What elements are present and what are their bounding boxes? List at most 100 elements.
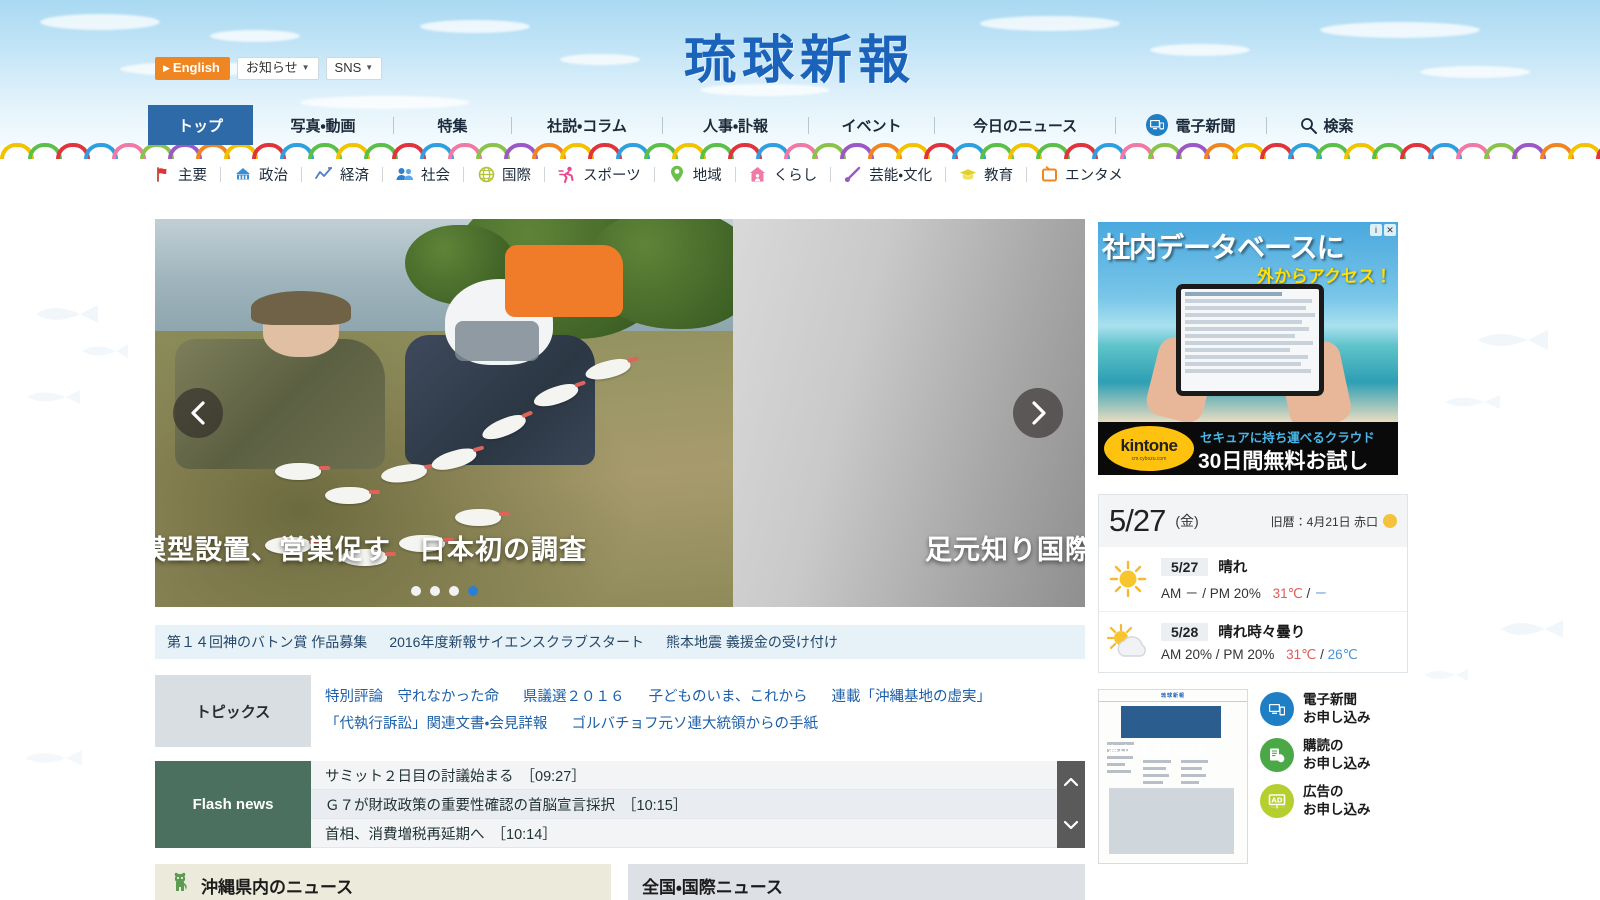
category-item-main[interactable]: 主要 <box>140 164 220 185</box>
carousel-dot[interactable] <box>467 586 478 596</box>
weather-today-date: 5/27 <box>1109 503 1166 538</box>
shisa-icon <box>169 871 191 900</box>
category-item-sports[interactable]: スポーツ <box>545 164 654 185</box>
ad-controls: i ✕ <box>1370 224 1396 236</box>
service-link-advertising-line1: 広告の <box>1303 784 1344 799</box>
category-item-living[interactable]: くらし <box>736 164 831 185</box>
weather-widget: 5/27 (金) 旧暦：4月21日 赤口 5/27 晴れ AM － / PM 2… <box>1098 494 1408 673</box>
topics-link-6[interactable]: ゴルバチョフ元ソ連大統領からの手紙 <box>571 716 818 732</box>
topics-link-2[interactable]: 県議選２０１６ <box>523 689 625 705</box>
notice-dropdown[interactable]: お知らせ ▼ <box>236 57 319 80</box>
sns-dropdown-label: SNS <box>334 60 362 75</box>
nav-item-feature-label: 特集 <box>437 117 468 135</box>
chevron-down-icon <box>1063 821 1079 830</box>
carousel-dot[interactable] <box>448 586 459 596</box>
topics-link-4[interactable]: 連載「沖縄基地の虚実」 <box>832 689 992 705</box>
nav-item-personnel[interactable]: 人事・訃報 <box>663 105 808 145</box>
nav-item-epaper[interactable]: 電子新聞 <box>1116 105 1266 145</box>
flash-news-section: Flash news サミット２日目の討議始まる ［09:27］ Ｇ７が財政政策… <box>155 761 1085 848</box>
category-item-society[interactable]: 社会 <box>383 164 463 185</box>
service-link-epaper-line2: お申し込み <box>1303 710 1371 725</box>
nav-item-event[interactable]: イベント <box>809 105 934 145</box>
site-logo[interactable]: 琉球新報 <box>0 18 1600 93</box>
weather-row-high: 31℃ <box>1272 586 1303 601</box>
triangle-icon: ▶ <box>163 63 170 73</box>
topics-section: トピックス 特別評論 守れなかった命 県議選２０１６ 子どものいま、これから 連… <box>155 675 1085 747</box>
carousel-next-button[interactable] <box>1013 388 1063 438</box>
category-item-education-label: 教育 <box>984 167 1014 184</box>
service-link-subscribe-line1: 購読の <box>1303 738 1344 753</box>
ad-close-icon[interactable]: ✕ <box>1384 224 1396 236</box>
weather-row: 5/27 晴れ AM － / PM 20% 31℃ / － <box>1099 547 1407 611</box>
brush-icon <box>844 165 862 183</box>
hero-caption-next: 足元知り国際 <box>925 535 1085 566</box>
notice-link-2[interactable]: 2016年度新報サイエンスクラブスタート <box>389 632 644 652</box>
tv-icon <box>1040 165 1058 183</box>
chevron-up-icon <box>1063 777 1079 786</box>
carousel-dot[interactable] <box>429 586 440 596</box>
monitor-icon <box>1146 114 1169 136</box>
carousel-dot[interactable] <box>410 586 421 596</box>
chevron-right-icon <box>1032 401 1046 425</box>
sns-dropdown[interactable]: SNS ▼ <box>325 57 383 80</box>
notice-link-3[interactable]: 熊本地震 義援金の受け付け <box>666 632 838 652</box>
ad-band-bottom-text: 30日間無料お試し <box>1198 450 1369 473</box>
topics-link-5[interactable]: 「代執行訴訟」関連文書・会見詳報 <box>325 716 547 732</box>
english-button-label: English <box>172 60 220 75</box>
category-item-culture[interactable]: 芸能・文化 <box>831 164 945 185</box>
nav-item-editorial[interactable]: 社説・コラム <box>512 105 662 145</box>
devices-icon <box>1260 692 1294 726</box>
service-link-advertising[interactable]: AD 広告の お申し込み <box>1260 783 1408 819</box>
flash-news-scroll-down-button[interactable] <box>1063 818 1079 834</box>
topics-link-1[interactable]: 特別評論 守れなかった命 <box>325 689 499 705</box>
service-link-advertising-line2: お申し込み <box>1303 802 1371 817</box>
flash-news-scroll-up-button[interactable] <box>1063 775 1079 791</box>
section-header-local[interactable]: 沖縄県内のニュース <box>155 864 611 900</box>
nav-item-epaper-label: 電子新聞 <box>1175 117 1236 135</box>
notice-link-1[interactable]: 第１４回神のバトン賞 作品募集 <box>167 632 367 652</box>
carousel-prev-button[interactable] <box>173 388 223 438</box>
weather-row-high: 31℃ <box>1286 647 1317 662</box>
chart-line-icon <box>315 165 333 183</box>
weather-slash: / <box>1320 647 1328 662</box>
map-pin-icon <box>668 165 686 183</box>
category-item-politics[interactable]: 政治 <box>221 164 301 185</box>
ad-book-icon: AD <box>1260 784 1294 818</box>
search-icon <box>1300 117 1318 134</box>
ad-tablet-image <box>1176 284 1324 396</box>
newspaper-headline: 海兵隊撤退を初要求 <box>1107 745 1206 757</box>
nav-item-search-label: 検索 <box>1323 117 1354 135</box>
fish-decoration <box>78 340 130 362</box>
category-item-education[interactable]: 教育 <box>946 164 1026 185</box>
top-utility-buttons: ▶ English お知らせ ▼ SNS ▼ <box>155 57 383 80</box>
flash-news-item[interactable]: サミット２日目の討議始まる ［09:27］ <box>311 761 1057 790</box>
category-item-entertainment[interactable]: エンタメ <box>1027 164 1136 185</box>
section-header-national[interactable]: 全国・国際ニュース <box>628 864 1085 900</box>
nav-item-feature[interactable]: 特集 <box>394 105 511 145</box>
category-item-region[interactable]: 地域 <box>655 164 735 185</box>
newspaper-thumbnail[interactable]: 琉球新報 海兵隊撤退を初要求 <box>1098 689 1248 864</box>
nav-item-top[interactable]: トップ <box>148 105 253 145</box>
fish-decoration <box>1495 615 1565 643</box>
flash-news-item[interactable]: Ｇ７が財政政策の重要性確認の首脳宣言採択 ［10:15］ <box>311 790 1057 819</box>
service-link-epaper[interactable]: 電子新聞 お申し込み <box>1260 691 1408 727</box>
advertisement-banner[interactable]: 社内データベースに 外からアクセス！ i ✕ kintone cm.cybozu… <box>1098 222 1398 475</box>
category-item-international[interactable]: 国際 <box>464 164 544 185</box>
chevron-down-icon: ▼ <box>365 63 374 72</box>
category-item-economy[interactable]: 経済 <box>302 164 382 185</box>
nav-item-personnel-label: 人事・訃報 <box>702 117 769 135</box>
flash-news-item[interactable]: 首相、消費増税再延期へ ［10:14］ <box>311 819 1057 848</box>
ad-info-icon[interactable]: i <box>1370 224 1382 236</box>
nav-item-today-news[interactable]: 今日のニュース <box>935 105 1115 145</box>
service-link-subscribe[interactable]: 購読の お申し込み <box>1260 737 1408 773</box>
topics-link-3[interactable]: 子どものいま、これから <box>649 689 808 705</box>
topics-links: 特別評論 守れなかった命 県議選２０１６ 子どものいま、これから 連載「沖縄基地… <box>311 675 1085 747</box>
english-button[interactable]: ▶ English <box>155 57 230 80</box>
weather-row-info: 5/28 晴れ時々曇り AM 20% / PM 20% 31℃ / 26℃ <box>1161 621 1397 663</box>
nav-item-search[interactable]: 検索 <box>1267 105 1387 145</box>
category-item-sports-label: スポーツ <box>583 167 641 184</box>
flag-icon <box>153 165 171 183</box>
hero-carousel[interactable]: 模型設置、営巣促す 日本初の調査 足元知り国際 <box>155 219 1085 607</box>
nav-item-photo-video[interactable]: 写真・動画 <box>253 105 393 145</box>
category-item-living-label: くらし <box>773 167 818 184</box>
